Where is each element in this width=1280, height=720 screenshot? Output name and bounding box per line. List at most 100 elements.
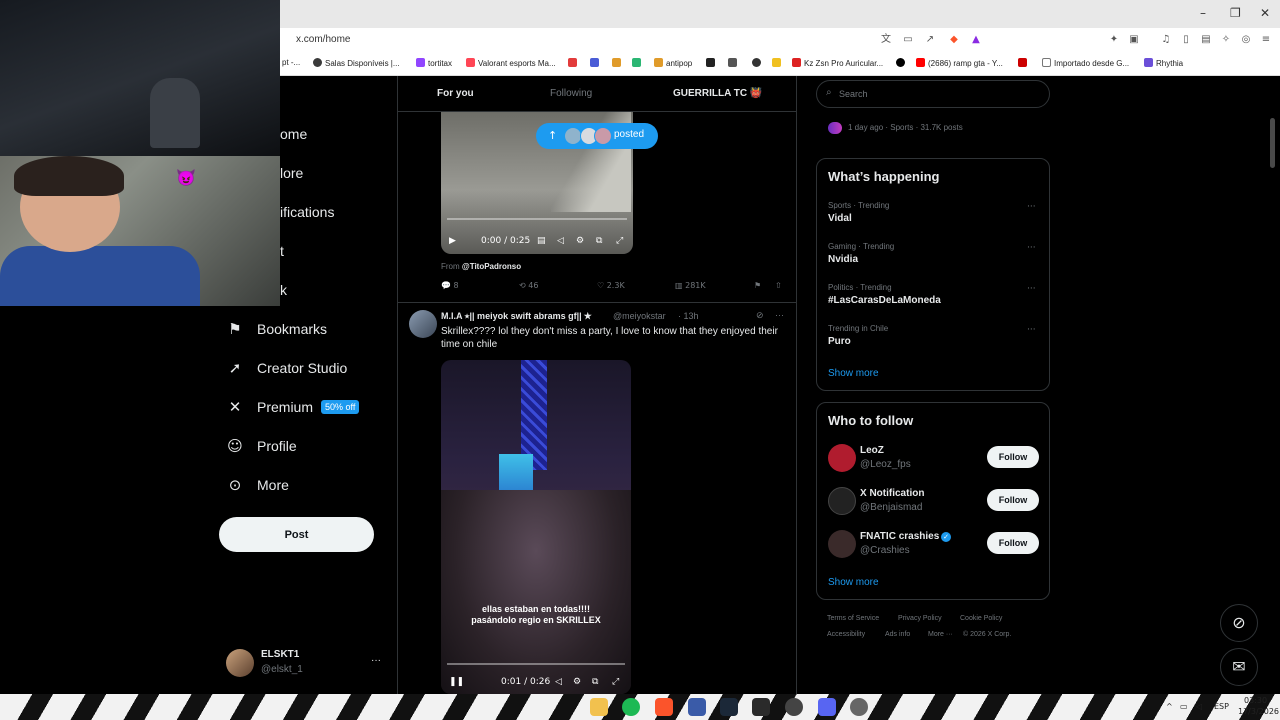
pause-icon[interactable]: ❚❚ — [449, 677, 464, 687]
bookmark-icon-only[interactable] — [590, 58, 602, 68]
sidebar-item-more[interactable]: ⊙ More — [226, 470, 289, 500]
follow-suggestion-name[interactable]: LeoZ — [860, 445, 884, 456]
obs-icon[interactable] — [785, 698, 803, 716]
steam-icon[interactable] — [720, 698, 738, 716]
search-input[interactable]: Search — [839, 89, 868, 99]
video-player[interactable]: ellas estaban en todas!!!! pasándolo reg… — [441, 360, 631, 694]
brave-rewards-icon[interactable]: ▲ — [970, 34, 982, 46]
vpn-icon[interactable]: ◎ — [1240, 34, 1252, 46]
reply-button[interactable]: 💬 8 — [441, 281, 459, 290]
bookmark-post-icon[interactable]: ⚑ — [754, 281, 761, 290]
follow-suggestion-handle[interactable]: @Benjaismad — [860, 502, 922, 513]
url-field[interactable]: x.com/home — [296, 34, 350, 45]
tab-following[interactable]: Following — [550, 88, 592, 99]
footer-link[interactable]: Terms of Service — [827, 615, 879, 622]
post-handle[interactable]: @meiyokstar — [613, 311, 666, 321]
footer-link[interactable]: More ··· — [928, 631, 953, 638]
trend-more-icon[interactable]: ··· — [1027, 325, 1036, 335]
follow-suggestion-handle[interactable]: @Crashies — [860, 545, 910, 556]
show-more-link[interactable]: Show more — [828, 368, 879, 379]
leo-icon[interactable]: ✧ — [1220, 34, 1232, 46]
spotify-icon[interactable] — [622, 698, 640, 716]
trend-more-icon[interactable]: ··· — [1027, 243, 1036, 253]
grok-fab-icon[interactable]: ⊘ — [1220, 604, 1258, 642]
bookmark-icon-only[interactable] — [568, 58, 580, 68]
bookmark-folder[interactable]: Importado desde G... — [1042, 58, 1129, 68]
fullscreen-icon[interactable]: ⤢ — [616, 236, 623, 246]
play-icon[interactable]: ▶ — [449, 236, 456, 246]
fullscreen-icon[interactable]: ⤢ — [612, 677, 619, 687]
bookmark-icon-only[interactable] — [706, 58, 718, 68]
music-icon[interactable]: ♫ — [1160, 34, 1172, 46]
footer-link[interactable]: Cookie Policy — [960, 615, 1002, 622]
bookmark-icon-only[interactable] — [632, 58, 644, 68]
close-window-button[interactable]: ✕ — [1260, 6, 1270, 20]
brave-shield-icon[interactable]: ◆ — [948, 34, 960, 46]
discord-icon[interactable] — [818, 698, 836, 716]
bookmark-item[interactable]: tortitax — [416, 58, 452, 68]
messages-fab-icon[interactable]: ✉ — [1220, 648, 1258, 686]
mute-icon[interactable]: ◁ — [557, 236, 564, 246]
follow-button[interactable]: Follow — [987, 489, 1039, 511]
translate-icon[interactable]: 文 — [880, 34, 892, 46]
file-explorer-icon[interactable] — [590, 698, 608, 716]
views-button[interactable]: ▥ 281K — [675, 281, 706, 290]
settings-app-icon[interactable] — [850, 698, 868, 716]
post-button[interactable]: Post — [219, 517, 374, 552]
settings-icon[interactable]: ⚙ — [576, 236, 584, 246]
footer-link[interactable]: Accessibility — [827, 631, 865, 638]
bookmark-item[interactable]: Kz Zsn Pro Auricular... — [792, 58, 883, 68]
menu-icon[interactable]: ≡ — [1260, 34, 1272, 46]
share-icon[interactable]: ↗ — [924, 34, 936, 46]
bookmark-item[interactable]: Valorant esports Ma... — [466, 58, 556, 68]
sidebar-icon[interactable]: ▯ — [1180, 34, 1192, 46]
post-author[interactable]: M.I.A ⭑|| meiyok swift abrams gf|| ★ — [441, 311, 591, 322]
bookmark-item[interactable]: pt -... — [282, 58, 300, 67]
avatar[interactable] — [409, 310, 437, 338]
wallet2-icon[interactable]: ▤ — [1200, 34, 1212, 46]
network-icon[interactable]: ▭ — [1180, 702, 1188, 711]
video-progress-bar[interactable] — [447, 663, 625, 665]
pip-icon[interactable]: ⧉ — [596, 236, 602, 246]
nav-chat-label[interactable]: t — [280, 243, 284, 259]
volume-tray-icon[interactable]: ◁ — [1196, 702, 1202, 711]
nav-notifications-label[interactable]: ifications — [280, 204, 334, 220]
minimize-button[interactable]: – — [1200, 6, 1206, 20]
account-more-icon[interactable]: ··· — [371, 655, 381, 666]
avatar[interactable] — [828, 530, 856, 558]
wallet-icon[interactable]: ▣ — [1128, 34, 1140, 46]
install-icon[interactable]: ▭ — [902, 34, 914, 46]
account-switcher[interactable]: ELSKT1 @elskt_1 ··· — [226, 649, 386, 679]
sidebar-item-premium[interactable]: ✕ Premium 50% off — [226, 392, 360, 422]
follow-suggestion-name[interactable]: X Notification — [860, 488, 924, 499]
nav-home-label[interactable]: ome — [280, 126, 307, 142]
sidebar-item-profile[interactable]: ☺ Profile — [226, 431, 297, 461]
clock-date[interactable]: 17/3/2026 — [1238, 707, 1279, 716]
language-indicator[interactable]: ESP — [1214, 702, 1229, 711]
sidebar-item-bookmarks[interactable]: ⚑ Bookmarks — [226, 314, 327, 344]
volume-icon[interactable]: ◁ — [555, 677, 562, 687]
sidebar-item-creator-studio[interactable]: ➚ Creator Studio — [226, 353, 348, 383]
bookmark-icon-only[interactable] — [752, 58, 764, 68]
tab-community[interactable]: GUERRILLA TC 👹 — [673, 88, 762, 99]
bookmark-icon-only[interactable] — [612, 58, 624, 68]
bookmark-icon-only[interactable] — [772, 58, 784, 68]
new-posts-pill[interactable]: ↑ posted — [536, 123, 658, 149]
footer-link[interactable]: Ads info — [885, 631, 910, 638]
bookmark-icon-only[interactable] — [1018, 58, 1030, 68]
tab-for-you[interactable]: For you — [437, 88, 474, 99]
repost-button[interactable]: ⟲ 46 — [519, 281, 538, 290]
trend-name[interactable]: Nvidia — [828, 254, 858, 265]
trend-more-icon[interactable]: ··· — [1027, 202, 1036, 212]
bookmark-icon-only[interactable] — [728, 58, 740, 68]
maximize-button[interactable]: ❐ — [1230, 6, 1241, 20]
bookmark-item[interactable]: Rhythia — [1144, 58, 1183, 68]
tray-chevron-icon[interactable]: ^ — [1166, 702, 1173, 711]
nav-explore-label[interactable]: lore — [280, 165, 303, 181]
avatar[interactable] — [828, 487, 856, 515]
post-time[interactable]: · 13h — [678, 311, 699, 321]
extensions-icon[interactable]: ✦ — [1108, 34, 1120, 46]
video-progress-bar[interactable] — [447, 218, 627, 220]
bookmark-item[interactable]: (2686) ramp gta - Y... — [916, 58, 1003, 68]
bookmark-icon-only[interactable] — [896, 58, 908, 68]
